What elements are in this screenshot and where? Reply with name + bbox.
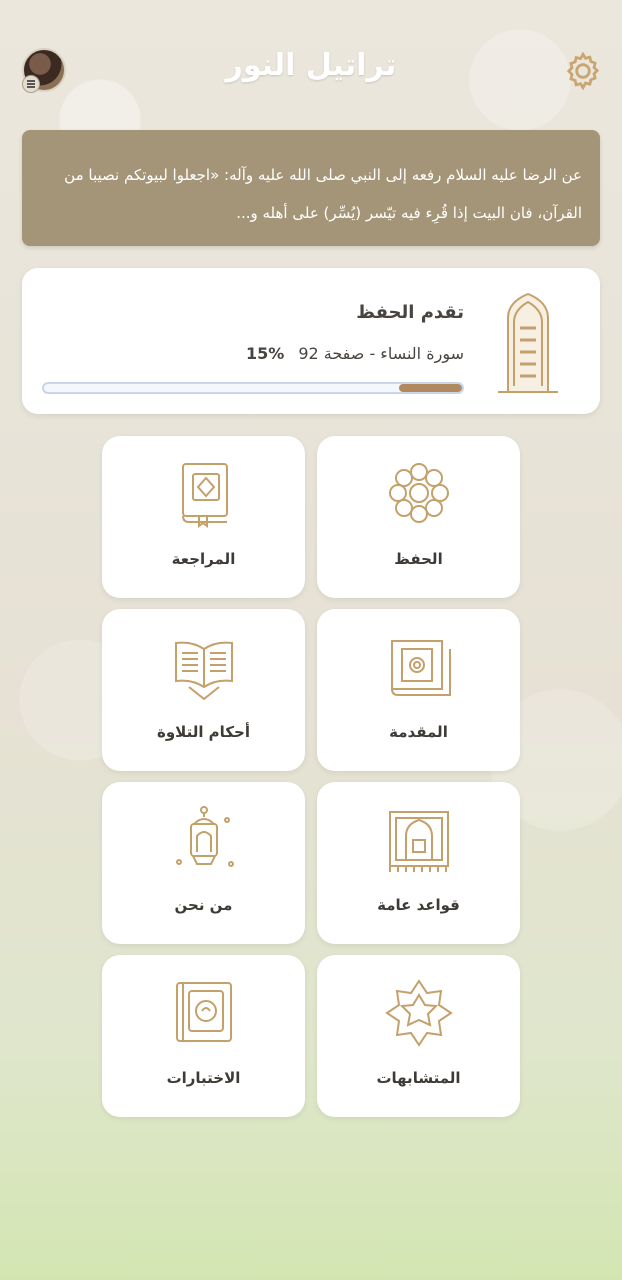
progress-bar-fill bbox=[399, 384, 462, 392]
progress-title: تقدم الحفظ bbox=[356, 302, 464, 323]
tile-about-us[interactable]: من نحن bbox=[102, 782, 305, 944]
flower-icon bbox=[388, 463, 449, 523]
tile-tajweed-rules[interactable]: أحكام التلاوة bbox=[102, 609, 305, 771]
tile-review[interactable]: المراجعة bbox=[102, 436, 305, 598]
quran-book-icon bbox=[390, 640, 451, 696]
tile-label: الاختبارات bbox=[166, 1069, 241, 1087]
tile-label: الحفظ bbox=[394, 550, 443, 568]
tile-label: من نحن bbox=[174, 896, 233, 914]
header: تراتيل النور bbox=[0, 0, 622, 130]
tile-similar-verses[interactable]: المتشابهات bbox=[317, 955, 520, 1117]
quiz-book-icon bbox=[175, 982, 232, 1042]
tile-general-rules[interactable]: قواعد عامة bbox=[317, 782, 520, 944]
tile-label: المراجعة bbox=[171, 550, 236, 568]
progress-percent: 15% bbox=[246, 344, 285, 363]
progress-info: سورة النساء - صفحة 92 15% bbox=[246, 344, 464, 363]
star-icon bbox=[384, 979, 453, 1047]
tile-label: أحكام التلاوة bbox=[157, 723, 250, 741]
tile-memorization[interactable]: الحفظ bbox=[317, 436, 520, 598]
gear-icon[interactable] bbox=[562, 50, 604, 92]
hadith-text: عن الرضا عليه السلام رفعه إلى النبي صلى … bbox=[64, 166, 582, 222]
tile-label: المقدمة bbox=[389, 723, 448, 741]
app-title: تراتيل النور bbox=[225, 48, 397, 83]
hadith-card[interactable]: عن الرضا عليه السلام رفعه إلى النبي صلى … bbox=[22, 130, 600, 246]
progress-bar bbox=[42, 382, 464, 394]
tile-label: قواعد عامة bbox=[377, 896, 460, 914]
lantern-icon bbox=[175, 806, 234, 867]
tile-introduction[interactable]: المقدمة bbox=[317, 609, 520, 771]
app-logo-icon bbox=[498, 292, 558, 393]
mihrab-icon bbox=[388, 811, 449, 872]
memorization-progress-card[interactable]: تقدم الحفظ سورة النساء - صفحة 92 15% bbox=[22, 268, 600, 414]
tile-quizzes[interactable]: الاختبارات bbox=[102, 955, 305, 1117]
open-book-icon bbox=[174, 641, 233, 701]
book-closed-icon bbox=[181, 463, 228, 528]
progress-location: سورة النساء - صفحة 92 bbox=[298, 344, 464, 363]
tile-label: المتشابهات bbox=[376, 1069, 461, 1087]
